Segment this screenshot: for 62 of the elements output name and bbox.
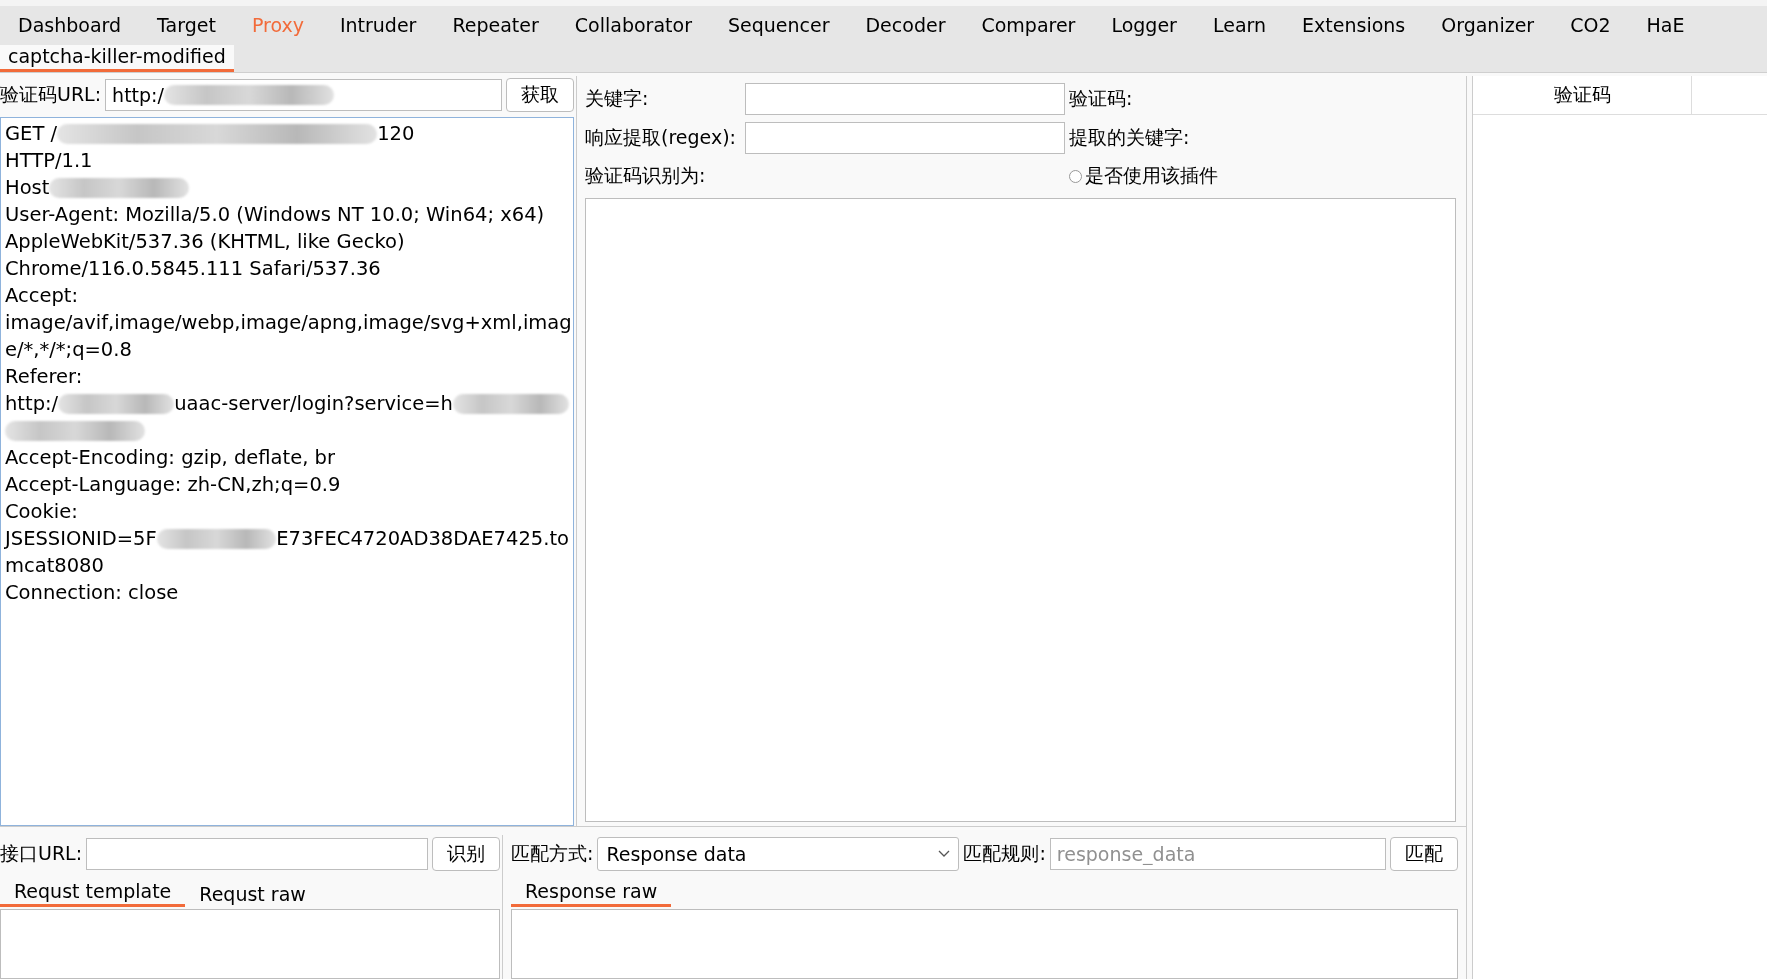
request-text: mcat8080: [5, 553, 104, 579]
request-text: Accept-Encoding: gzip, deflate, br: [5, 445, 335, 471]
request-text: Cookie:: [5, 499, 78, 525]
request-text: JSESSIONID=5F: [5, 526, 157, 552]
tool-tab[interactable]: Extensions: [1284, 14, 1424, 36]
field-label: 匹配规则:: [963, 841, 1046, 866]
tool-tab[interactable]: Intruder: [321, 14, 435, 36]
request-text: Host: [5, 175, 50, 201]
tool-tab[interactable]: Logger: [1093, 14, 1195, 36]
request-text: Accept:: [5, 283, 79, 309]
request-text: AppleWebKit/537.36 (KHTML, like Gecko): [5, 229, 405, 255]
recognize-button[interactable]: 识别: [432, 837, 500, 871]
request-text: uaac-server/login?service=h: [174, 391, 453, 417]
request-text: image/avif,image/webp,image/apng,image/svg+xml,imag: [5, 310, 572, 336]
keyword-field[interactable]: [745, 83, 1065, 115]
field-label: 匹配方式:: [511, 841, 594, 866]
request-text: 120: [377, 121, 415, 147]
tool-tab[interactable]: Target: [139, 14, 234, 36]
url-field[interactable]: http:/: [105, 79, 502, 111]
match-button[interactable]: 匹配: [1390, 837, 1458, 871]
request-text: E73FEC4720AD38DAE7425.to: [276, 526, 569, 552]
extension-tab[interactable]: captcha-killer-modified: [0, 45, 234, 72]
tool-tab[interactable]: Collaborator: [556, 14, 710, 36]
request-text: GET /: [5, 121, 58, 147]
regex-field[interactable]: [745, 122, 1065, 154]
field-label: 验证码:: [1069, 86, 1134, 111]
tool-tab[interactable]: HaE: [1628, 14, 1703, 36]
request-text-area[interactable]: [0, 117, 574, 826]
field-label: 验证码URL:: [0, 82, 102, 107]
field-label: 接口URL:: [0, 841, 83, 866]
tool-tab[interactable]: Decoder: [847, 14, 964, 36]
tool-tab[interactable]: Dashboard: [0, 14, 140, 36]
field-label: 提取的关键字:: [1069, 125, 1191, 150]
caret-icon: [938, 850, 951, 858]
field-label: 验证码识别为:: [585, 163, 707, 188]
request-text: Connection: close: [5, 580, 179, 606]
field-label: 响应提取(regex):: [585, 125, 737, 150]
match-rule-field[interactable]: response_data: [1049, 838, 1386, 870]
captcha-result-area[interactable]: [585, 198, 1456, 822]
tool-tab[interactable]: Repeater: [434, 14, 557, 36]
field-label: 关键字:: [585, 86, 650, 111]
request-text: http:/: [5, 391, 59, 417]
match-mode-dropdown[interactable]: Response data: [597, 837, 960, 871]
tool-tab[interactable]: CO2: [1552, 14, 1629, 36]
fetch-button[interactable]: 获取: [506, 78, 574, 112]
tool-tab[interactable]: Organizer: [1423, 14, 1553, 36]
column-header[interactable]: 验证码: [1473, 76, 1692, 114]
radio-button[interactable]: [1069, 169, 1082, 183]
request-text: HTTP/1.1: [5, 148, 93, 174]
tool-tab[interactable]: Comparer: [963, 14, 1094, 36]
request-text: Chrome/116.0.5845.111 Safari/537.36: [5, 256, 381, 282]
request-text: Accept-Language: zh-CN,zh;q=0.9: [5, 472, 341, 498]
tool-tab[interactable]: Sequencer: [709, 14, 848, 36]
tool-tab[interactable]: Learn: [1194, 14, 1285, 36]
request-text: e/*,*/*;q=0.8: [5, 337, 132, 363]
radio-label: 是否使用该插件: [1085, 163, 1218, 188]
request-text: User-Agent: Mozilla/5.0 (Windows NT 10.0; Win64; x64): [5, 202, 545, 228]
response-raw-area[interactable]: [511, 909, 1458, 979]
request-template-area[interactable]: [0, 909, 500, 979]
api-url-field[interactable]: [86, 838, 428, 870]
request-tab[interactable]: Requst raw: [185, 883, 320, 907]
request-text: Referer:: [5, 364, 83, 390]
